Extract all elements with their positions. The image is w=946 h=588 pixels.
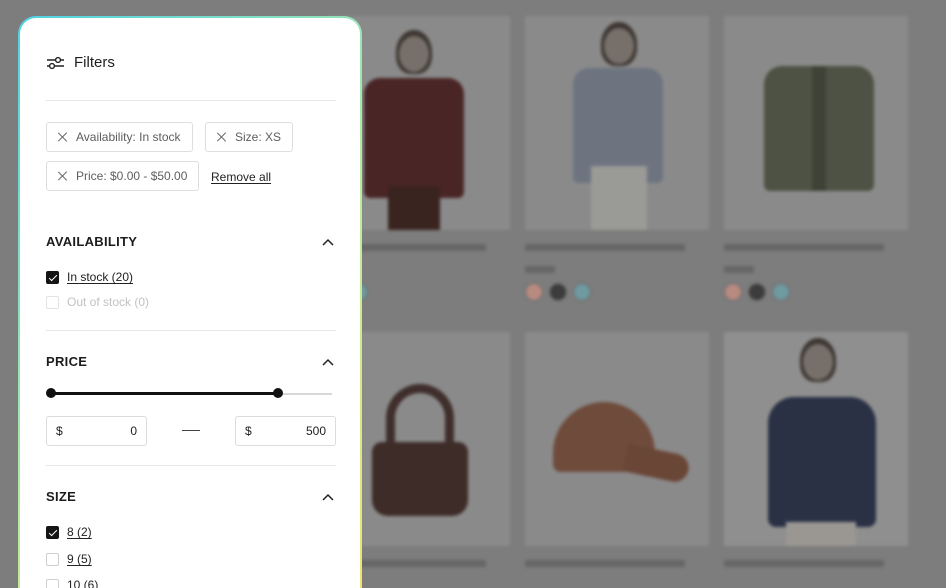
color-swatch (573, 283, 591, 301)
color-swatch (549, 283, 567, 301)
checkbox[interactable] (46, 552, 59, 566)
chevron-up-icon[interactable] (322, 358, 334, 366)
product-card (724, 332, 908, 567)
price-max-value: 500 (305, 424, 326, 438)
section-title-price: PRICE (46, 354, 88, 369)
option-label: 10 (6) (67, 578, 99, 588)
product-image (724, 332, 908, 546)
chevron-up-icon[interactable] (322, 238, 334, 246)
active-filter-chip[interactable]: Size: XS (205, 122, 294, 152)
checkbox[interactable] (46, 578, 59, 588)
price-min-input[interactable]: $ 0 (46, 416, 147, 446)
currency-symbol: $ (245, 424, 252, 438)
checkbox (46, 295, 59, 309)
color-swatch (748, 283, 766, 301)
range-separator (182, 430, 200, 432)
active-filter-chip[interactable]: Price: $0.00 - $50.00 (46, 161, 200, 191)
checkbox[interactable] (46, 270, 59, 284)
product-card (525, 332, 709, 567)
price-slider-range (50, 392, 279, 395)
close-icon[interactable] (58, 171, 68, 181)
section-title-availability: AVAILABILITY (46, 234, 138, 249)
active-filter-chip[interactable]: Availability: In stock (46, 122, 193, 152)
product-card (724, 16, 908, 301)
price-max-input[interactable]: $ 500 (235, 416, 336, 446)
color-swatch (772, 283, 790, 301)
filter-option-size-9[interactable]: 9 (5) (46, 552, 92, 566)
remove-all-link[interactable]: Remove all (211, 170, 271, 184)
close-icon[interactable] (58, 132, 68, 142)
filter-option-size-10[interactable]: 10 (6) (46, 578, 98, 588)
close-icon[interactable] (217, 132, 227, 142)
chevron-up-icon[interactable] (322, 493, 334, 501)
option-label: 8 (2) (67, 525, 92, 539)
swatch-list (724, 283, 908, 301)
divider (46, 100, 336, 101)
option-label: 9 (5) (67, 552, 92, 566)
option-label: In stock (20) (67, 270, 134, 284)
color-swatch (724, 283, 742, 301)
filter-option-size-8[interactable]: 8 (2) (46, 525, 92, 539)
product-card (525, 16, 709, 301)
color-swatch (525, 283, 543, 301)
chip-label: Size: XS (235, 130, 282, 144)
option-label: Out of stock (0) (67, 295, 150, 309)
currency-symbol: $ (56, 424, 63, 438)
price-min-value: 0 (130, 424, 137, 438)
price-slider-max-handle[interactable] (273, 388, 284, 398)
product-image (525, 332, 709, 546)
divider (46, 465, 336, 466)
panel-title: Filters (74, 54, 115, 71)
filter-option-out-of-stock: Out of stock (0) (46, 295, 149, 309)
filter-option-in-stock[interactable]: In stock (20) (46, 270, 133, 284)
chip-label: Availability: In stock (76, 130, 181, 144)
filter-panel-header: Filters (46, 54, 115, 71)
price-slider-min-handle[interactable] (46, 388, 56, 398)
chip-label: Price: $0.00 - $50.00 (76, 169, 188, 183)
checkbox[interactable] (46, 525, 59, 539)
filter-sliders-icon (46, 56, 65, 70)
swatch-list (525, 283, 709, 301)
product-image (724, 16, 908, 230)
product-image (525, 16, 709, 230)
section-title-size: SIZE (46, 489, 77, 504)
filter-panel: Filters Availability: In stock Size: XS … (18, 16, 362, 588)
divider (46, 330, 336, 331)
